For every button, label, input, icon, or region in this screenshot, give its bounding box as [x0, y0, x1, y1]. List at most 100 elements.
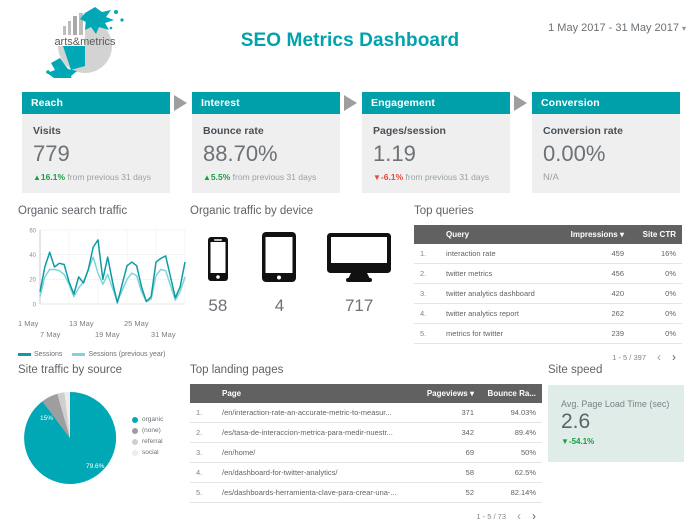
- table-row[interactable]: 4. /en/dashboard-for-twitter-analytics/ …: [190, 462, 542, 483]
- legend-item-organic[interactable]: organic: [132, 416, 163, 423]
- column-pageviews[interactable]: Pageviews ▾: [414, 384, 480, 403]
- row-index: 1.: [190, 403, 216, 423]
- table-header-row: Query Impressions ▾ Site CTR: [414, 225, 682, 244]
- previous-page-button[interactable]: ‹: [517, 510, 521, 522]
- cell-bounce-rate: 62.5%: [480, 462, 542, 483]
- cell-pageviews: 52: [414, 482, 480, 503]
- cell-impressions: 262: [560, 303, 630, 324]
- legend-dot-icon: [132, 438, 138, 445]
- xtick-1: 7 May: [40, 330, 61, 339]
- cell-page: /en/home/: [216, 442, 414, 463]
- cell-query: interaction rate: [440, 244, 560, 264]
- top-landing-pages-table-body: 1. /en/interaction-rate-an-accurate-metr…: [190, 403, 542, 503]
- legend-item-sessions-previous-year[interactable]: Sessions (previous year): [72, 351, 165, 358]
- column-query[interactable]: Query: [440, 225, 560, 244]
- panel-organic-search-traffic: Organic search traffic 0 20 40 60 1 May 7 M…: [18, 205, 188, 358]
- kpi-card-engagement[interactable]: Engagement Pages/session 1.19 ▼-6.1% fro…: [362, 92, 510, 193]
- row-index: 5.: [190, 482, 216, 503]
- table-row[interactable]: 2. twitter metrics 456 0%: [414, 263, 682, 284]
- arrow-up-icon: ▲: [203, 173, 211, 182]
- panel-organic-traffic-by-device: Organic traffic by device 58 4 717: [190, 205, 405, 316]
- row-index: 4.: [414, 303, 440, 324]
- kpi-metric-label: Bounce rate: [203, 125, 264, 137]
- panel-title: Site traffic by source: [18, 364, 122, 376]
- column-impressions[interactable]: Impressions ▾: [560, 225, 630, 244]
- pie-chart-legend: organic (none) referral social: [132, 416, 163, 460]
- legend-item-social[interactable]: social: [132, 449, 163, 456]
- kpi-stage-label: Conversion: [532, 92, 680, 114]
- top-landing-pages-table: Page Pageviews ▾ Bounce Ra... 1. /en/int…: [190, 384, 542, 503]
- cell-site-ctr: 0%: [630, 283, 682, 304]
- pie-slice-organic: [24, 391, 117, 484]
- legend-label: (none): [142, 427, 161, 434]
- cell-page: /es/tasa-de-interaccion-metrica-para-med…: [216, 422, 414, 443]
- panel-site-speed: Site speed Avg. Page Load Time (sec) 2.6…: [548, 364, 684, 463]
- kpi-delta-suffix: from previous 31 days: [405, 172, 490, 182]
- top-landing-pages-pagination: 1 - 5 / 73 ‹ ›: [190, 503, 542, 522]
- kpi-metric-value: 779: [33, 141, 70, 166]
- sort-descending-icon: ▾: [469, 389, 474, 398]
- kpi-delta-suffix: from previous 31 days: [232, 172, 317, 182]
- legend-item-referral[interactable]: referral: [132, 438, 163, 445]
- table-row[interactable]: 3. twitter analytics dashboard 420 0%: [414, 283, 682, 304]
- line-chart[interactable]: 0 20 40 60: [18, 226, 188, 319]
- column-bounce-rate[interactable]: Bounce Ra...: [480, 384, 542, 403]
- legend-item-none[interactable]: (none): [132, 427, 163, 434]
- table-row[interactable]: 2. /es/tasa-de-interaccion-metrica-para-…: [190, 422, 542, 443]
- table-header-row: Page Pageviews ▾ Bounce Ra...: [190, 384, 542, 403]
- device-tablet[interactable]: 4: [258, 231, 300, 316]
- cell-impressions: 459: [560, 244, 630, 264]
- kpi-card-interest[interactable]: Interest Bounce rate 88.70% ▲5.5% from p…: [192, 92, 340, 193]
- kpi-stage-label: Interest: [192, 92, 340, 114]
- cell-query: twitter metrics: [440, 263, 560, 284]
- table-row[interactable]: 1. interaction rate 459 16%: [414, 244, 682, 264]
- cell-page: /en/dashboard-for-twitter-analytics/: [216, 462, 414, 483]
- column-page[interactable]: Page: [216, 384, 414, 403]
- xtick-4: 25 May: [124, 319, 149, 328]
- legend-label: organic: [142, 416, 164, 423]
- table-row[interactable]: 5. /es/dashboards-herramienta-clave-para…: [190, 482, 542, 503]
- site-speed-delta: ▼-54.1%: [561, 437, 672, 446]
- ytick-label: 20: [29, 278, 36, 284]
- next-page-button[interactable]: ›: [672, 351, 676, 363]
- legend-dot-icon: [132, 427, 138, 434]
- ytick-label: 60: [29, 228, 36, 234]
- arrow-down-icon: ▼: [373, 173, 381, 182]
- kpi-delta: ▼-6.1% from previous 31 days: [373, 172, 500, 182]
- row-index: 1.: [414, 244, 440, 264]
- line-chart-svg: 0 20 40 60: [29, 228, 186, 308]
- panel-title: Top queries: [414, 205, 474, 217]
- next-page-button[interactable]: ›: [532, 510, 536, 522]
- site-speed-card[interactable]: Avg. Page Load Time (sec) 2.6 ▼-54.1%: [548, 385, 684, 463]
- page-header: arts&metrics SEO Metrics Dashboard 1 May…: [0, 0, 700, 86]
- kpi-delta: ▲5.5% from previous 31 days: [203, 172, 330, 182]
- device-value: 4: [274, 296, 285, 315]
- pie-chart[interactable]: 79.6% 15%: [18, 382, 128, 494]
- panel-title: Organic traffic by device: [190, 205, 314, 217]
- kpi-metric-label: Conversion rate: [543, 125, 623, 137]
- device-desktop[interactable]: 717: [326, 231, 392, 316]
- kpi-card-reach[interactable]: Reach Visits 779 ▲16.1% from previous 31…: [22, 92, 170, 193]
- pie-label-none: 15%: [40, 415, 53, 422]
- previous-page-button[interactable]: ‹: [657, 351, 661, 363]
- cell-impressions: 456: [560, 263, 630, 284]
- table-row[interactable]: 3. /en/home/ 69 50%: [190, 442, 542, 463]
- arrow-down-icon: ▼: [561, 437, 569, 447]
- legend-label: social: [142, 449, 159, 456]
- legend-item-sessions[interactable]: Sessions: [18, 351, 62, 358]
- column-site-ctr[interactable]: Site CTR: [630, 225, 682, 244]
- row-index: 2.: [190, 422, 216, 443]
- cell-query: twitter analytics report: [440, 303, 560, 324]
- table-row[interactable]: 5. metrics for twitter 239 0%: [414, 323, 682, 344]
- table-row[interactable]: 1. /en/interaction-rate-an-accurate-metr…: [190, 403, 542, 423]
- ytick-label: 0: [33, 302, 37, 308]
- kpi-delta-value: -6.1%: [380, 172, 404, 182]
- row-index: 3.: [414, 283, 440, 304]
- legend-label: Sessions: [34, 351, 63, 358]
- kpi-card-conversion[interactable]: Conversion Conversion rate 0.00% N/A: [532, 92, 680, 193]
- table-row[interactable]: 4. twitter analytics report 262 0%: [414, 303, 682, 324]
- kpi-delta-value: 16.1%: [40, 172, 66, 182]
- date-range-selector[interactable]: 1 May 2017 - 31 May 2017 ▾: [548, 22, 686, 34]
- device-mobile[interactable]: 58: [203, 235, 233, 316]
- tablet-icon: [262, 232, 297, 282]
